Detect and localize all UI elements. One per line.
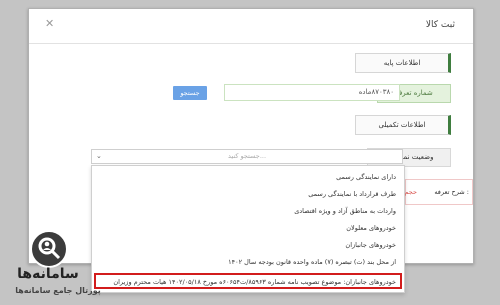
brand-subtitle: پورتال جامع سامانه‌ها (15, 286, 101, 295)
search-person-icon (30, 230, 68, 268)
agency-status-placeholder: جستجو کنید... (227, 152, 267, 160)
dropdown-option[interactable]: از محل بند (ت) تبصره (۷) ماده واحده قانو… (228, 258, 396, 266)
chevron-down-icon: ⌄ (96, 152, 102, 160)
add-product-modal: ثبت کالا ✕ اطلاعات پایه شماره تعرفه ۸۷۰۳… (28, 8, 474, 293)
dropdown-option[interactable]: دارای نمایندگی رسمی (336, 173, 396, 181)
dropdown-option-highlighted[interactable]: خودروهای جانبازان: موضوع تصویب نامه شمار… (113, 278, 396, 286)
dropdown-option[interactable]: خودروهای معلولان (346, 224, 396, 232)
tracking-number-input[interactable]: ۸۷۰۳۸۰ماده (224, 84, 400, 101)
dropdown-option[interactable]: خودروهای جانبازان (345, 241, 396, 249)
close-icon[interactable]: ✕ (45, 17, 54, 30)
search-button[interactable]: جستجو (173, 86, 207, 100)
highlighted-option[interactable]: خودروهای جانبازان: موضوع تصویب نامه شمار… (94, 273, 402, 289)
description-label: شرح تعرفه : (434, 188, 469, 196)
section-base-info[interactable]: اطلاعات پایه (355, 53, 451, 73)
dropdown-option[interactable]: طرف قرارداد با نمایندگی رسمی (308, 190, 396, 198)
dropdown-option[interactable]: واردات به مناطق آزاد و ویژه اقتصادی (294, 207, 396, 215)
brand-name: سامانه‌ها (17, 266, 79, 282)
brand-watermark: سامانه‌ها پورتال جامع سامانه‌ها (8, 230, 108, 300)
modal-header: ثبت کالا ✕ (29, 9, 473, 44)
section-extra-info[interactable]: اطلاعات تکمیلی (355, 115, 451, 135)
agency-status-select[interactable]: ⌄ جستجو کنید... (91, 149, 403, 164)
agency-status-dropdown: دارای نمایندگی رسمی طرف قرارداد با نماین… (91, 165, 405, 293)
modal-title: ثبت کالا (425, 20, 455, 30)
